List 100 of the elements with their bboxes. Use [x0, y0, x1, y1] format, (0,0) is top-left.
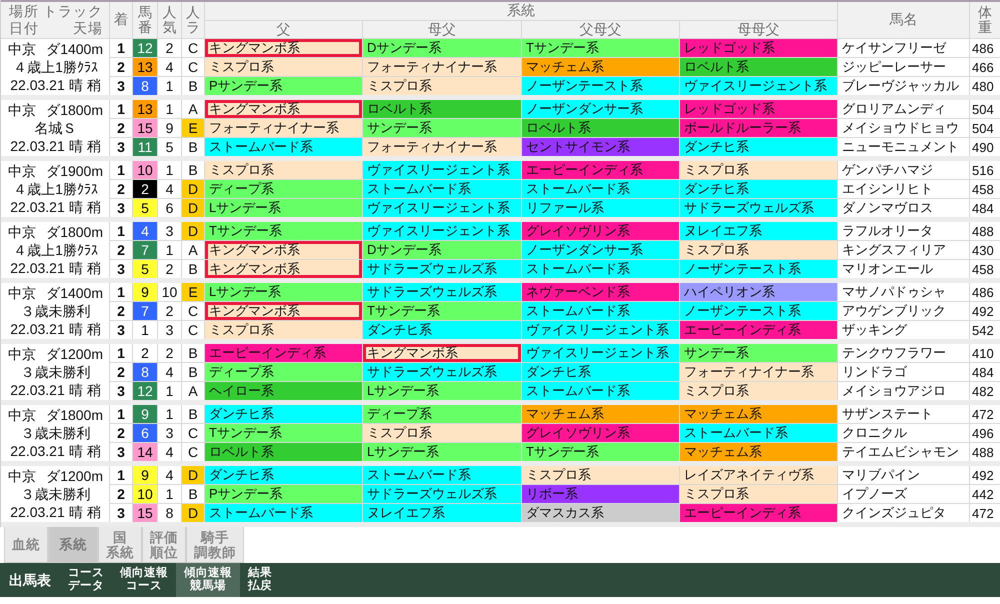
horse-name-cell: メイショウドヒョウ: [838, 119, 969, 137]
nav-tab[interactable]: 傾向速報 競馬場: [176, 563, 240, 597]
popularity-cell: 4: [158, 58, 181, 76]
sire-line-cell: ミスプロ系: [205, 161, 362, 179]
popularity-cell: 6: [158, 199, 181, 217]
popularity-cell: 4: [158, 466, 181, 484]
sire-line-cell: Pサンデー系: [205, 77, 362, 95]
track-text: ダ1200m: [46, 346, 103, 362]
weight-cell: 486: [970, 283, 1000, 301]
finish-cell: 2: [110, 485, 132, 503]
weight-cell: 486: [970, 39, 1000, 57]
column-header: 体重: [970, 2, 1000, 38]
rank-cell: A: [182, 100, 204, 118]
horse-name-cell: ニューモニュメント: [838, 138, 969, 156]
sire-line-cell: キングマンボ系: [205, 260, 362, 278]
popularity-cell: 1: [158, 485, 181, 503]
sire-dam-sire-line-cell: ロベルト系: [522, 119, 679, 137]
sire-dam-sire-line-cell: グレイソヴリン系: [522, 424, 679, 442]
horse-name-cell: マリブパイン: [838, 466, 969, 484]
dam-dam-sire-line-cell: ヌレイエフ系: [680, 222, 837, 240]
venue-text: 中京: [8, 224, 36, 240]
rank-cell: C: [182, 443, 204, 461]
going-text: 稍: [86, 320, 101, 338]
weight-cell: 472: [970, 504, 1000, 522]
finish-cell: 2: [110, 180, 132, 198]
dam-dam-sire-line-cell: マッチェム系: [680, 405, 837, 423]
horse-name-cell: キングスフィリア: [838, 241, 969, 259]
popularity-cell: 1: [158, 241, 181, 259]
race-name: ３歳未勝利: [20, 302, 90, 320]
going-text: 稍: [86, 76, 101, 94]
horse-name-cell: サザンステート: [838, 405, 969, 423]
horse-number-cell: 5: [133, 199, 157, 217]
sire-dam-sire-line-cell: グレイソヴリン系: [522, 222, 679, 240]
popularity-cell: 2: [158, 39, 181, 57]
weight-cell: 542: [970, 321, 1000, 339]
dam-sire-line-cell: キングマンボ系: [363, 344, 521, 362]
sire-dam-sire-line-cell: ヴァイスリージェント系: [522, 321, 679, 339]
dam-dam-sire-line-cell: ミスプロ系: [680, 485, 837, 503]
popularity-cell: 9: [158, 119, 181, 137]
sire-line-cell: ディープ系: [205, 363, 362, 381]
sire-dam-sire-line-cell: Tサンデー系: [522, 443, 679, 461]
nav-tab[interactable]: 傾向速報 コース: [112, 563, 176, 597]
dam-dam-sire-line-cell: ノーザンテースト系: [680, 302, 837, 320]
weight-cell: 488: [970, 443, 1000, 461]
horse-number-cell: 4: [133, 222, 157, 240]
horse-number-cell: 7: [133, 302, 157, 320]
popularity-cell: 10: [158, 283, 181, 301]
nav-tab[interactable]: コース データ: [60, 563, 112, 597]
dam-dam-sire-line-cell: レッドゴッド系: [680, 100, 837, 118]
horse-number-cell: 8: [133, 77, 157, 95]
sire-dam-sire-line-cell: ノーザンダンサー系: [522, 100, 679, 118]
rank-cell: E: [182, 283, 204, 301]
rank-cell: C: [182, 321, 204, 339]
popularity-cell: 4: [158, 443, 181, 461]
dam-dam-sire-line-cell: サンデー系: [680, 344, 837, 362]
track-text: ダ1900m: [46, 162, 103, 180]
horse-number-cell: 13: [133, 58, 157, 76]
weight-cell: 458: [970, 260, 1000, 278]
dam-dam-sire-line-cell: エーピーインディ系: [680, 321, 837, 339]
race-name: ３歳未勝利: [20, 424, 90, 442]
weather-text: 晴: [68, 320, 83, 338]
finish-cell: 3: [110, 199, 132, 217]
column-header: 父: [205, 21, 362, 38]
horse-number-cell: 10: [133, 485, 157, 503]
sire-dam-sire-line-cell: Tサンデー系: [522, 39, 679, 57]
weight-cell: 492: [970, 466, 1000, 484]
dam-sire-line-cell: Dサンデー系: [363, 39, 521, 57]
dam-sire-line-cell: ストームバード系: [363, 466, 521, 484]
column-header: 日付: [9, 20, 39, 37]
venue-text: 中京: [8, 406, 36, 424]
track-text: ダ1800m: [46, 224, 103, 240]
sire-dam-sire-line-cell: リファール系: [522, 199, 679, 217]
rank-cell: C: [182, 39, 204, 57]
column-header: 父母父: [522, 21, 679, 38]
popularity-cell: 8: [158, 504, 181, 522]
venue-text: 中京: [8, 346, 36, 362]
horse-number-cell: 15: [133, 504, 157, 522]
finish-cell: 2: [110, 58, 132, 76]
horse-number-cell: 5: [133, 260, 157, 278]
weight-cell: 504: [970, 119, 1000, 137]
rank-cell: D: [182, 466, 204, 484]
horse-name-cell: エイシンリヒト: [838, 180, 969, 198]
sire-dam-sire-line-cell: ノーザンテースト系: [522, 77, 679, 95]
dam-sire-line-cell: フォーティナイナー系: [363, 138, 521, 156]
going-text: 稍: [86, 504, 101, 520]
column-header: 人ラ: [182, 2, 204, 38]
race-name: ４歳上1勝ｸﾗｽ: [13, 242, 98, 258]
horse-number-cell: 2: [133, 344, 157, 362]
nav-tab[interactable]: 出馬表: [0, 563, 60, 597]
sire-line-cell: Tサンデー系: [205, 222, 362, 240]
sire-line-cell: Lサンデー系: [205, 199, 362, 217]
nav-tab[interactable]: 結果 払戻: [240, 563, 280, 597]
venue-text: 中京: [8, 162, 36, 180]
horse-number-cell: 2: [133, 180, 157, 198]
dam-sire-line-cell: Tサンデー系: [363, 302, 521, 320]
weather-text: 晴: [68, 260, 83, 276]
weather-text: 晴: [68, 138, 83, 154]
race-date: 22.03.21: [10, 76, 65, 94]
race-date: 22.03.21: [10, 198, 65, 216]
weight-cell: 458: [970, 180, 1000, 198]
